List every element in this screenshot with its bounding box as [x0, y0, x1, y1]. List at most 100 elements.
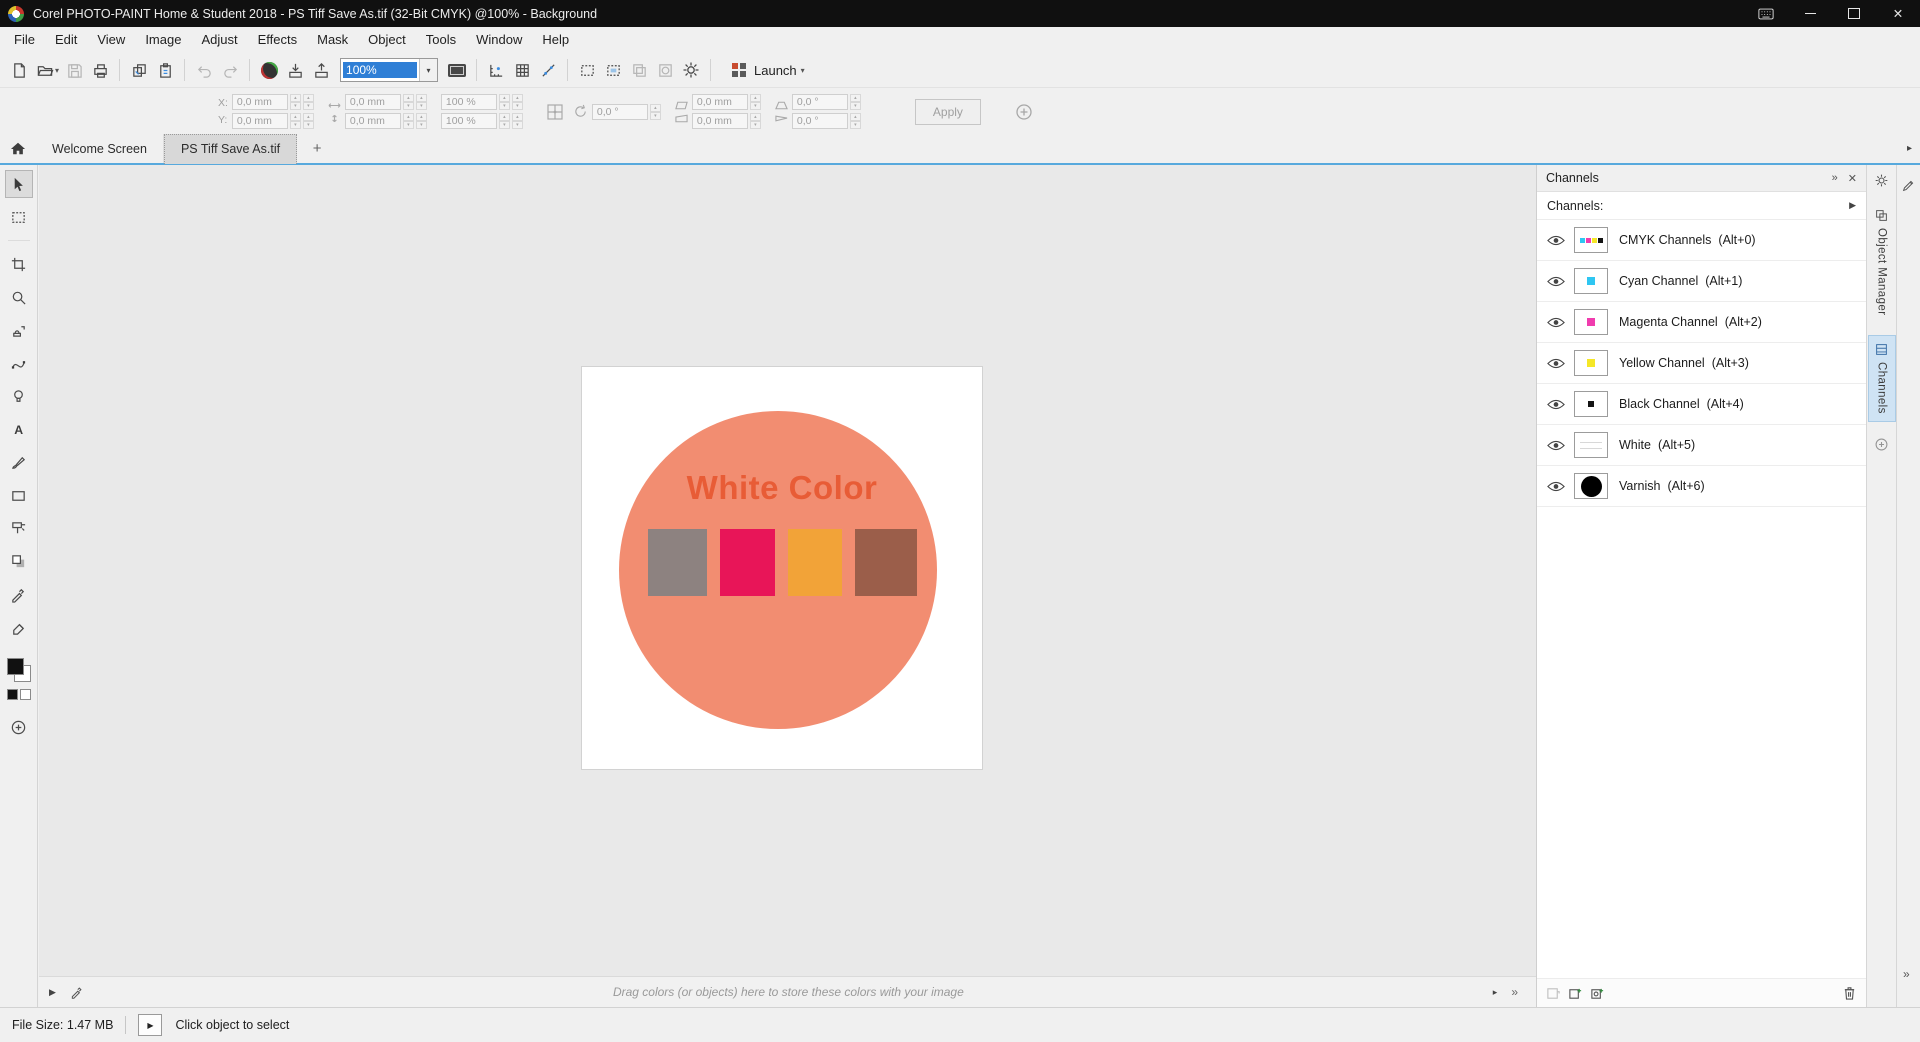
scale-width-field[interactable]: 100 %: [440, 94, 497, 110]
statusbar-play-button[interactable]: ▶: [138, 1014, 163, 1036]
print-button[interactable]: [87, 57, 113, 83]
new-tab-button[interactable]: +: [307, 140, 327, 157]
rectangle-tool[interactable]: [6, 482, 32, 508]
width-spinner[interactable]: ▴ ▾: [402, 94, 414, 110]
persp-h-spinner[interactable]: ▴ ▾: [849, 94, 861, 110]
menu-window[interactable]: Window: [466, 27, 532, 53]
launch-dropdown-caret[interactable]: ▾: [801, 66, 805, 75]
paste-button[interactable]: [152, 57, 178, 83]
menu-mask[interactable]: Mask: [307, 27, 358, 53]
tabbar-collapse-arrow-icon[interactable]: ▸: [1907, 143, 1912, 154]
channel-row-white[interactable]: White (Alt+5): [1537, 425, 1866, 466]
effect-tool[interactable]: [6, 383, 32, 409]
anchor-point-icon[interactable]: [547, 103, 563, 120]
channel-row-magenta[interactable]: Magenta Channel (Alt+2): [1537, 302, 1866, 343]
show-rulers-button[interactable]: [483, 57, 509, 83]
scale-h-nudge[interactable]: ▴ ▾: [511, 113, 523, 129]
quick-customize-icon[interactable]: [1874, 437, 1889, 452]
export-button[interactable]: [308, 57, 334, 83]
skew-h-spinner[interactable]: ▴ ▾: [749, 94, 761, 110]
canvas-area[interactable]: White Color ▶ Drag colors (or objects) h…: [39, 165, 1536, 1007]
channel-row-varnish[interactable]: Varnish (Alt+6): [1537, 466, 1866, 507]
menu-help[interactable]: Help: [532, 27, 579, 53]
show-grid-button[interactable]: [509, 57, 535, 83]
visibility-eye-icon[interactable]: [1547, 317, 1565, 328]
visibility-eye-icon[interactable]: [1547, 235, 1565, 246]
curve-tool[interactable]: [6, 350, 32, 376]
visibility-eye-icon[interactable]: [1547, 481, 1565, 492]
pick-tool[interactable]: [4, 170, 33, 198]
zoom-tool[interactable]: [6, 284, 32, 310]
menu-effects[interactable]: Effects: [248, 27, 308, 53]
close-button[interactable]: ✕: [1876, 0, 1920, 27]
menu-tools[interactable]: Tools: [416, 27, 466, 53]
delete-channel-icon[interactable]: [1842, 985, 1857, 1001]
y-nudge[interactable]: ▴ ▾: [302, 113, 314, 129]
menu-object[interactable]: Object: [358, 27, 416, 53]
image-sprayer-tool[interactable]: [6, 515, 32, 541]
maximize-button[interactable]: [1832, 0, 1876, 27]
palette-expand-icon[interactable]: »: [1511, 985, 1518, 999]
tab-document[interactable]: PS Tiff Save As.tif: [163, 133, 298, 164]
visibility-eye-icon[interactable]: [1547, 399, 1565, 410]
channel-row-black[interactable]: Black Channel (Alt+4): [1537, 384, 1866, 425]
x-nudge[interactable]: ▴ ▾: [302, 94, 314, 110]
default-colors-icon[interactable]: [6, 689, 31, 700]
save-channel-button[interactable]: [1546, 986, 1561, 1001]
width-field[interactable]: 0,0 mm: [344, 94, 401, 110]
scale-w-spinner[interactable]: ▴ ▾: [498, 94, 510, 110]
zoom-dropdown-caret[interactable]: ▾: [419, 59, 438, 81]
add-tool-button[interactable]: [6, 714, 32, 740]
text-tool[interactable]: A: [6, 416, 32, 442]
docker-options-gear-icon[interactable]: [1874, 173, 1889, 188]
apply-button[interactable]: Apply: [914, 98, 981, 125]
position-y-field[interactable]: 0,0 mm: [231, 113, 288, 129]
tab-welcome-screen[interactable]: Welcome Screen: [36, 134, 164, 163]
dynamic-guides-button[interactable]: [535, 57, 561, 83]
channel-row-cyan[interactable]: Cyan Channel (Alt+1): [1537, 261, 1866, 302]
y-spinner[interactable]: ▴ ▾: [289, 113, 301, 129]
visibility-eye-icon[interactable]: [1547, 440, 1565, 451]
docker-close-icon[interactable]: ✕: [1848, 172, 1857, 185]
expand-dockers-icon[interactable]: »: [1903, 967, 1910, 981]
side-tab-channels[interactable]: Channels: [1867, 335, 1896, 423]
menu-edit[interactable]: Edit: [45, 27, 87, 53]
width-nudge[interactable]: ▴ ▾: [415, 94, 427, 110]
menu-adjust[interactable]: Adjust: [191, 27, 247, 53]
rotation-field[interactable]: 0,0 °: [591, 103, 648, 120]
drop-shadow-tool[interactable]: [6, 548, 32, 574]
import-button[interactable]: [282, 57, 308, 83]
scale-h-spinner[interactable]: ▴ ▾: [498, 113, 510, 129]
home-icon[interactable]: [10, 141, 26, 156]
skew-h-field[interactable]: 0,0 mm: [691, 94, 748, 110]
new-channel-button[interactable]: [1568, 986, 1583, 1001]
height-spinner[interactable]: ▴ ▾: [402, 113, 414, 129]
input-language-icon[interactable]: [1744, 0, 1788, 27]
channels-flyout-arrow-icon[interactable]: ▶: [1849, 200, 1856, 211]
crop-tool[interactable]: [6, 251, 32, 277]
x-spinner[interactable]: ▴ ▾: [289, 94, 301, 110]
fullscreen-preview-button[interactable]: [444, 57, 470, 83]
eyedropper-tool[interactable]: [6, 581, 32, 607]
foreground-color-swatch[interactable]: [6, 658, 24, 675]
clone-tool[interactable]: [6, 317, 32, 343]
document-canvas[interactable]: White Color: [582, 367, 982, 769]
new-spot-channel-button[interactable]: [1590, 986, 1605, 1001]
visibility-eye-icon[interactable]: [1547, 358, 1565, 369]
merge-button[interactable]: [626, 57, 652, 83]
mask-marquee-toggle[interactable]: [574, 57, 600, 83]
undo-button[interactable]: [191, 57, 217, 83]
height-nudge[interactable]: ▴ ▾: [415, 113, 427, 129]
height-field[interactable]: 0,0 mm: [344, 113, 401, 129]
scale-height-field[interactable]: 100 %: [440, 113, 497, 129]
palette-scroll-right-icon[interactable]: ▸: [1493, 987, 1498, 998]
perspective-h-field[interactable]: 0,0 °: [791, 94, 848, 110]
redo-button[interactable]: [217, 57, 243, 83]
visibility-eye-icon[interactable]: [1547, 276, 1565, 287]
position-x-field[interactable]: 0,0 mm: [231, 94, 288, 110]
minimize-button[interactable]: [1788, 0, 1832, 27]
lens-button[interactable]: [652, 57, 678, 83]
zoom-level-combobox[interactable]: 100% ▾: [340, 58, 439, 82]
perspective-v-field[interactable]: 0,0 °: [791, 113, 848, 129]
eraser-tool[interactable]: [6, 614, 32, 640]
